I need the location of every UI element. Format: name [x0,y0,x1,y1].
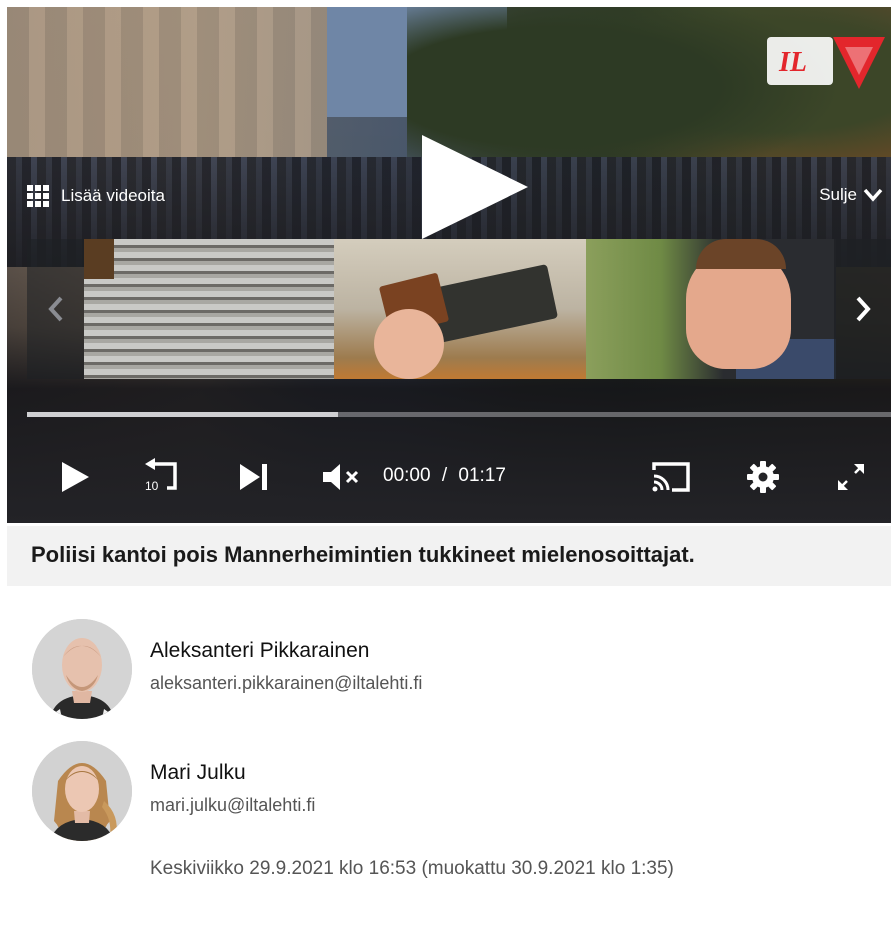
cast-icon [652,462,690,492]
time-display: 00:00 / 01:17 [383,465,506,487]
more-videos-toggle[interactable]: Lisää videoita [27,185,165,207]
author-email-link[interactable]: mari.julku@iltalehti.fi [150,795,315,816]
author-name[interactable]: Aleksanteri Pikkarainen [150,639,369,663]
duration: 01:17 [458,465,506,486]
publish-timestamp: Keskiviikko 29.9.2021 klo 16:53 (muokatt… [150,858,674,879]
current-time: 00:00 [383,465,431,486]
chevron-right-icon [856,296,871,322]
more-videos-label: Lisää videoita [61,186,165,205]
avatar[interactable] [32,741,132,841]
logo-text: IL [778,47,807,78]
video-controls: 10 00:00 / 01:17 [7,447,891,507]
fullscreen-button[interactable] [833,457,869,497]
replay-seconds-label: 10 [145,479,159,493]
related-video-thumbnail[interactable] [84,239,334,379]
gear-icon [747,461,779,493]
author-byline: Aleksanteri Pikkarainen aleksanteri.pikk… [32,619,852,719]
play-button[interactable] [57,457,93,497]
fullscreen-icon [838,464,864,490]
avatar[interactable] [32,619,132,719]
thumbs-prev-button[interactable] [27,239,84,379]
author-name[interactable]: Mari Julku [150,761,246,785]
video-caption-text: Poliisi kantoi pois Mannerheimintien tuk… [31,542,695,567]
play-icon [422,135,528,239]
thumbs-next-button[interactable] [834,239,891,379]
mute-button[interactable] [321,457,363,497]
close-label: Sulje [819,185,857,204]
related-video-thumbnail[interactable] [586,239,836,379]
author-email-link[interactable]: aleksanteri.pikkarainen@iltalehti.fi [150,673,422,694]
big-play-button[interactable] [420,135,530,239]
next-video-button[interactable] [237,457,271,497]
skip-next-icon [240,464,267,490]
settings-button[interactable] [743,457,783,497]
chevron-left-icon [47,296,62,322]
volume-muted-icon [323,464,359,490]
video-caption: Poliisi kantoi pois Mannerheimintien tuk… [7,526,891,586]
video-progress-fill [27,412,339,417]
grid-icon [27,185,49,207]
play-icon [62,462,89,492]
time-separator: / [441,465,448,486]
author-byline: Mari Julku mari.julku@iltalehti.fi [32,741,852,841]
video-frame-building [7,7,327,157]
chevron-down-icon [863,188,883,202]
replay-10-icon: 10 [145,458,177,493]
replay-10-button[interactable]: 10 [141,457,185,497]
close-more-videos-button[interactable]: Sulje [819,185,883,205]
video-player[interactable]: IL Lisää videoita Sulje 10 00:00 / 01:17 [7,7,891,523]
video-progress-bar[interactable] [27,412,891,417]
related-video-thumbnail[interactable] [334,239,586,379]
related-videos-strip [27,239,891,379]
cast-button[interactable] [649,457,693,497]
il-tv-logo: IL [767,31,887,91]
